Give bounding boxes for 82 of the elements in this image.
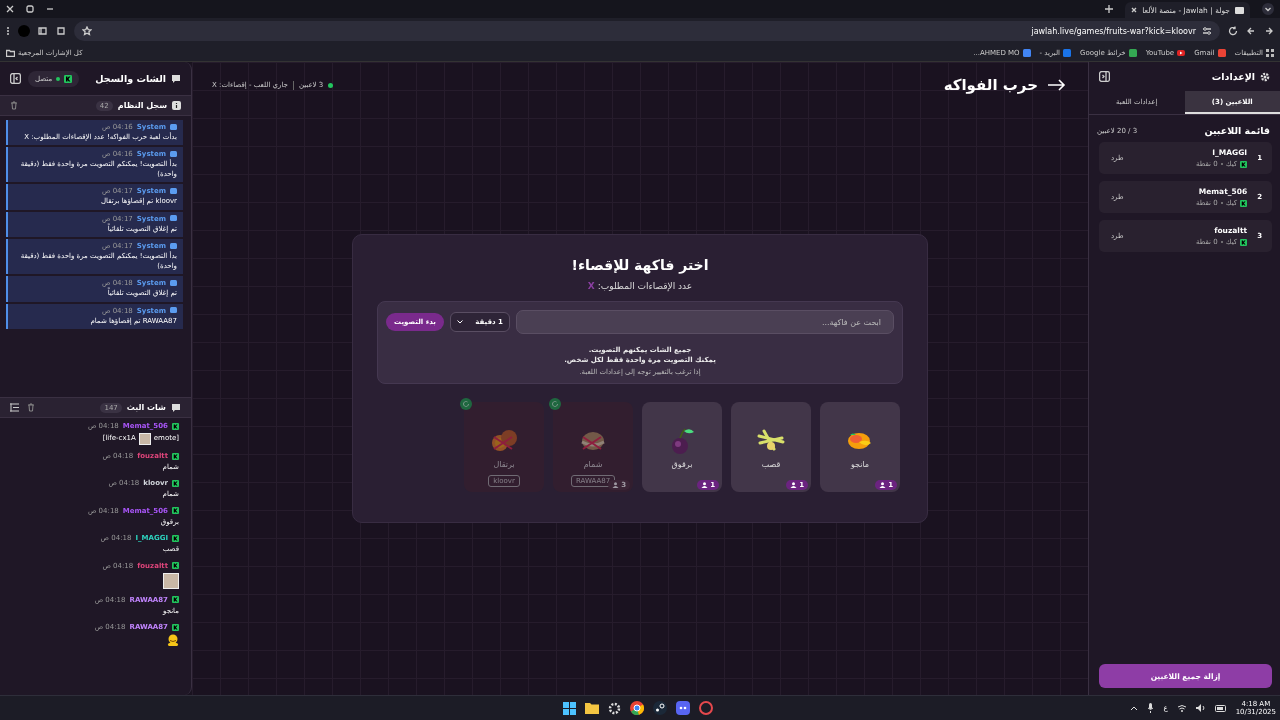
fruit-name: برتقال xyxy=(493,460,515,469)
kick-logo-icon xyxy=(172,623,179,631)
gmail-icon xyxy=(1217,48,1226,57)
cross-mark-icon xyxy=(582,436,602,450)
fruit-name: برقوق xyxy=(671,460,693,469)
arrow-right-icon[interactable] xyxy=(1048,79,1066,91)
kick-logo-icon xyxy=(172,422,179,430)
battery-icon[interactable] xyxy=(1214,704,1227,712)
start-icon[interactable] xyxy=(563,701,576,715)
chevron-down-icon xyxy=(456,320,463,324)
star-icon[interactable] xyxy=(82,26,92,36)
chevron-up-icon[interactable] xyxy=(1130,705,1139,711)
kick-logo-icon xyxy=(172,507,179,515)
settings-icon[interactable] xyxy=(608,701,621,715)
folder-icon xyxy=(6,48,15,57)
site-settings-icon[interactable] xyxy=(1202,26,1212,36)
new-tab-icon[interactable] xyxy=(1105,5,1114,13)
wifi-icon[interactable] xyxy=(1176,704,1187,712)
microphone-icon[interactable] xyxy=(1147,703,1155,713)
status-dot-icon xyxy=(328,82,334,88)
apps-grid-icon xyxy=(1266,48,1274,57)
people-icon xyxy=(612,482,620,488)
people-icon xyxy=(879,482,887,488)
forward-icon[interactable] xyxy=(1246,26,1256,36)
filter-icon[interactable] xyxy=(10,403,19,412)
emoji-sticker-icon xyxy=(167,634,179,647)
search-field[interactable]: ابحث عن فاكهة... xyxy=(515,310,894,334)
info-icon xyxy=(172,101,181,110)
speaker-icon[interactable] xyxy=(1195,704,1206,712)
panel-toggle-icon[interactable] xyxy=(10,73,21,84)
emote-image xyxy=(163,572,179,589)
bookmark-icon xyxy=(1022,48,1031,57)
tab-list-icon[interactable] xyxy=(1262,3,1274,15)
trash-icon[interactable] xyxy=(10,101,18,110)
emote-image xyxy=(138,433,151,445)
kick-logo-icon xyxy=(64,74,73,83)
kick-logo-icon xyxy=(1240,238,1248,246)
folder-icon[interactable] xyxy=(585,702,599,714)
panel-toggle-icon[interactable] xyxy=(1099,71,1110,82)
youtube-icon xyxy=(1177,48,1186,57)
kick-logo-icon xyxy=(172,479,179,487)
settings-icon xyxy=(1260,71,1270,82)
modal-title: اختر فاكهة للإقصاء! xyxy=(571,257,709,273)
kick-logo-icon xyxy=(1240,160,1248,168)
chat-bubble-icon xyxy=(171,73,181,84)
app-icon[interactable] xyxy=(699,701,713,715)
panel-title: الشات والسجل xyxy=(95,73,166,84)
minimize-icon[interactable] xyxy=(46,5,54,13)
trash-icon[interactable] xyxy=(27,403,35,412)
chat-app-icon[interactable] xyxy=(676,701,690,715)
cross-mark-icon xyxy=(493,436,513,450)
mail-icon xyxy=(1063,48,1072,57)
page-title: حرب الفواكه xyxy=(943,76,1038,94)
fruit-name: مانجو xyxy=(850,460,870,469)
address-bar[interactable]: jawlah.live/games/fruits-war?kick=kloovr xyxy=(74,21,1220,41)
restore-icon[interactable] xyxy=(26,5,34,13)
maps-icon xyxy=(1128,48,1137,57)
kick-logo-icon xyxy=(172,452,179,460)
favicon-icon xyxy=(1235,6,1244,14)
subtitle-label: عدد الإقصاءات المطلوب: xyxy=(597,281,693,291)
menu-icon[interactable] xyxy=(6,26,10,36)
required-value: X xyxy=(587,281,595,291)
chat-bubble-icon xyxy=(171,402,181,413)
people-icon xyxy=(790,482,798,488)
reload-icon[interactable] xyxy=(1228,26,1238,36)
section-title: قائمة اللاعبين xyxy=(1204,125,1270,136)
kick-logo-icon xyxy=(172,596,179,604)
kick-logo-icon xyxy=(172,534,179,542)
people-icon xyxy=(701,482,709,488)
browser-icon[interactable] xyxy=(630,701,644,715)
section-title: شات البث xyxy=(126,403,166,412)
close-icon[interactable] xyxy=(1131,7,1138,13)
panel-title: الإعدادات xyxy=(1211,71,1255,82)
kick-logo-icon xyxy=(172,562,179,570)
fruit-name: شمام xyxy=(583,460,603,469)
kick-logo-icon xyxy=(1240,199,1248,207)
back-icon[interactable] xyxy=(1264,26,1274,36)
url-text: jawlah.live/games/fruits-war?kick=kloovr xyxy=(1031,26,1196,36)
section-title: سجل النظام xyxy=(117,101,167,110)
status-dot-icon xyxy=(56,76,61,81)
fruit-name: قصب xyxy=(761,460,781,469)
close-icon[interactable] xyxy=(6,5,14,13)
